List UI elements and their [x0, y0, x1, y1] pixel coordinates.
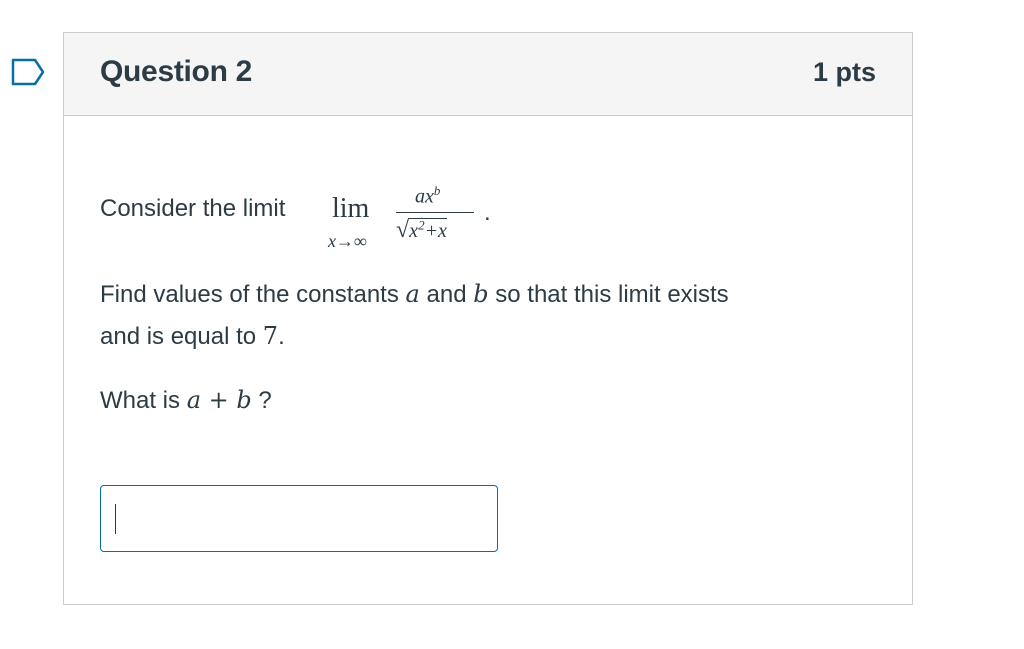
fraction-bar [396, 212, 474, 213]
variable-b: b [473, 280, 489, 308]
flag-question-icon[interactable] [11, 58, 45, 86]
lim-operator: lim [332, 193, 370, 224]
limit-period: . [484, 199, 491, 226]
limit-intro-text: Consider the limit [100, 195, 286, 222]
value-seven: 7 [262, 322, 279, 350]
lim-subscript: x→∞ [328, 231, 367, 251]
fraction-denominator: √x2+x [396, 217, 447, 243]
expression-a-plus-b: a + b [186, 386, 252, 414]
question-text-line-2: and is equal to 7. [100, 322, 285, 350]
question-card: Question 2 1 pts Consider the limit lim … [63, 32, 913, 605]
question-text-line-1: Find values of the constants a and b so … [100, 280, 729, 308]
question-prompt: What is a + b ? [100, 386, 272, 414]
question-header: Question 2 1 pts [64, 33, 912, 116]
answer-input[interactable] [100, 485, 498, 552]
variable-a: a [405, 280, 420, 308]
question-points: 1 pts [812, 57, 876, 87]
fraction-numerator: axb [415, 183, 441, 208]
text-cursor [115, 504, 116, 534]
question-title: Question 2 [100, 55, 253, 88]
